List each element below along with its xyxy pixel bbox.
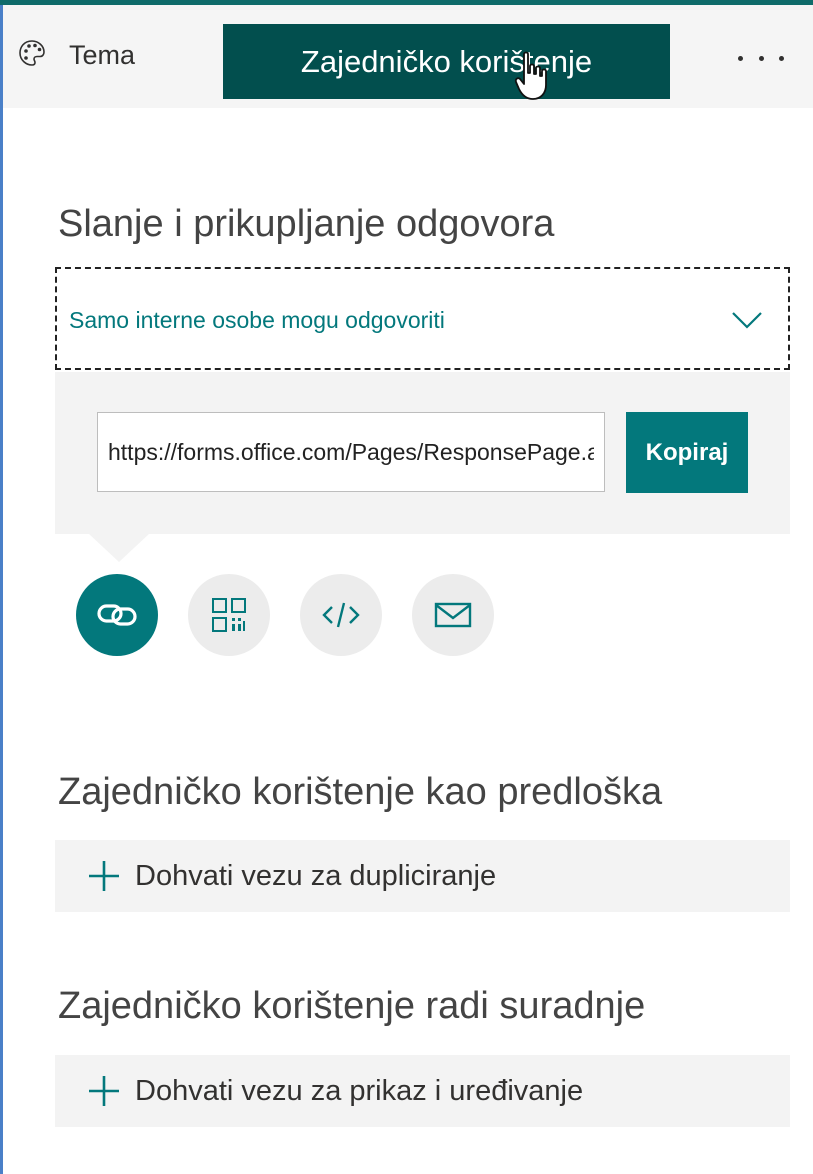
template-section-heading: Zajedničko korištenje kao predloška (58, 771, 663, 813)
collaborate-section-heading: Zajedničko korištenje radi suradnje (58, 985, 646, 1027)
send-section-heading: Slanje i prikupljanje odgovora (58, 203, 555, 245)
theme-button[interactable]: Tema (17, 35, 135, 75)
get-duplicate-link-label: Dohvati vezu za dupliciranje (135, 859, 497, 892)
more-options-icon[interactable] (738, 43, 784, 73)
plus-icon (89, 1076, 119, 1106)
window-left-border (0, 0, 3, 1174)
qr-code-icon (212, 598, 246, 632)
link-icon (97, 604, 137, 626)
share-link-input[interactable] (97, 412, 605, 492)
theme-label: Tema (69, 39, 136, 70)
share-qr-button[interactable] (188, 574, 270, 656)
get-view-edit-link-button[interactable]: Dohvati vezu za prikaz i uređivanje (55, 1055, 790, 1127)
share-email-button[interactable] (412, 574, 494, 656)
audience-dropdown-value: Samo interne osobe mogu odgovoriti (69, 307, 445, 333)
tab-share[interactable]: Zajedničko korištenje (223, 24, 670, 99)
email-icon (434, 602, 472, 628)
audience-dropdown[interactable]: Samo interne osobe mogu odgovoriti (55, 267, 790, 370)
share-embed-button[interactable] (300, 574, 382, 656)
chevron-down-icon (732, 312, 762, 329)
copy-button[interactable]: Kopiraj (626, 412, 748, 493)
embed-code-icon (322, 602, 360, 628)
share-link-button[interactable] (76, 574, 158, 656)
get-duplicate-link-button[interactable]: Dohvati vezu za dupliciranje (55, 840, 790, 912)
palette-icon (17, 38, 47, 73)
toolbar: Tema Zajedničko korištenje (3, 5, 813, 108)
plus-icon (89, 861, 119, 891)
get-view-edit-link-label: Dohvati vezu za prikaz i uređivanje (135, 1074, 584, 1107)
panel-pointer (89, 534, 149, 562)
